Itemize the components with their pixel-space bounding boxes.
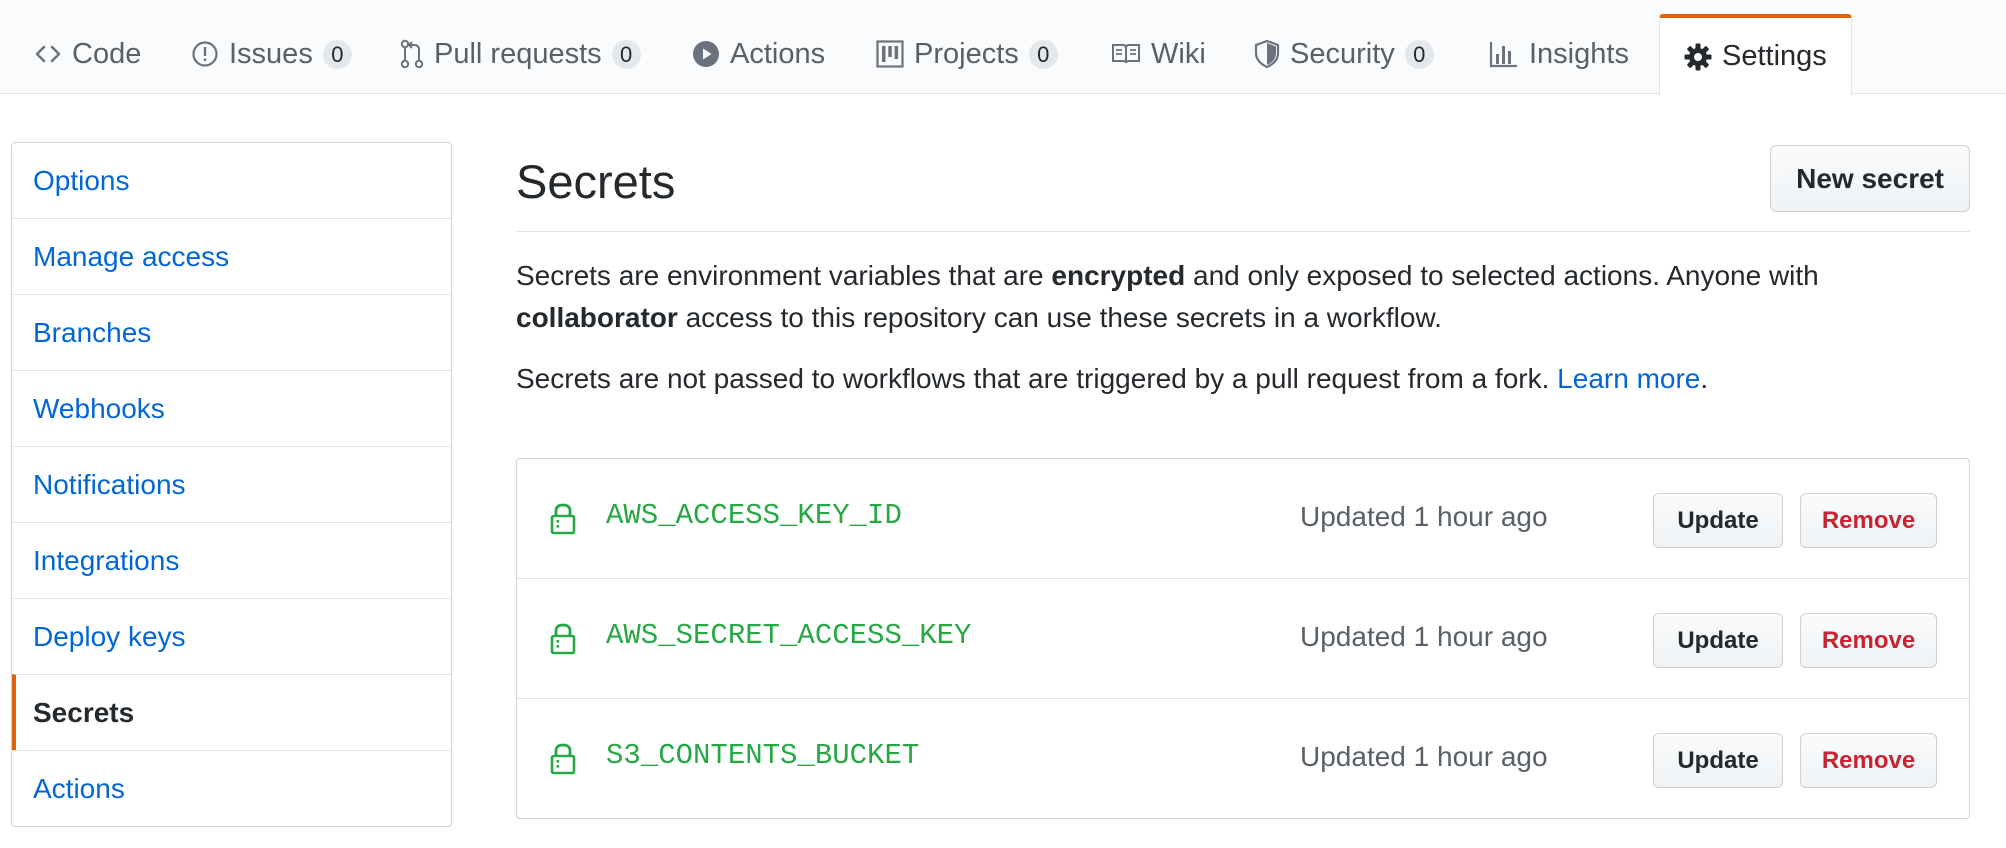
remove-secret-button[interactable]: Remove xyxy=(1800,733,1937,788)
desc-text: access to this repository can use these … xyxy=(677,302,1442,333)
fork-note-text: Secrets are not passed to workflows that… xyxy=(516,363,1558,394)
book-icon xyxy=(1111,42,1141,66)
secret-row: AWS_ACCESS_KEY_ID Updated 1 hour ago Upd… xyxy=(517,459,1969,578)
secret-row: AWS_SECRET_ACCESS_KEY Updated 1 hour ago… xyxy=(517,578,1969,698)
update-secret-button[interactable]: Update xyxy=(1653,733,1783,788)
new-secret-button[interactable]: New secret xyxy=(1770,145,1970,212)
update-secret-button[interactable]: Update xyxy=(1653,493,1783,548)
tab-code[interactable]: Code xyxy=(34,14,141,94)
project-icon xyxy=(876,40,904,68)
play-icon xyxy=(692,40,720,68)
sidebar-item-notifications[interactable]: Notifications xyxy=(12,446,451,522)
secrets-list: AWS_ACCESS_KEY_ID Updated 1 hour ago Upd… xyxy=(516,458,1970,819)
code-icon xyxy=(34,42,62,66)
tab-security[interactable]: Security 0 xyxy=(1254,14,1434,94)
sidebar-item-deploy-keys[interactable]: Deploy keys xyxy=(12,598,451,674)
sidebar-item-actions[interactable]: Actions xyxy=(12,750,451,826)
sidebar-item-options[interactable]: Options xyxy=(12,143,451,218)
tab-label: Pull requests xyxy=(434,37,602,70)
secret-updated-time: Updated 1 hour ago xyxy=(1300,501,1548,532)
tab-label: Insights xyxy=(1529,37,1629,70)
desc-text: Secrets are environment variables that a… xyxy=(516,260,1052,291)
pull-request-icon xyxy=(400,39,424,69)
remove-secret-button[interactable]: Remove xyxy=(1800,493,1937,548)
secret-updated-time: Updated 1 hour ago xyxy=(1300,621,1548,652)
settings-sidebar: Options Manage access Branches Webhooks … xyxy=(11,142,452,827)
secrets-description: Secrets are environment variables that a… xyxy=(516,255,1970,339)
secret-row: S3_CONTENTS_BUCKET Updated 1 hour ago Up… xyxy=(517,698,1969,818)
shield-icon xyxy=(1254,39,1280,69)
lock-icon xyxy=(550,743,576,780)
fork-note-end: . xyxy=(1700,363,1709,394)
secret-updated-time: Updated 1 hour ago xyxy=(1300,741,1548,772)
fork-note: Secrets are not passed to workflows that… xyxy=(516,358,1970,400)
sidebar-item-manage-access[interactable]: Manage access xyxy=(12,218,451,294)
remove-secret-button[interactable]: Remove xyxy=(1800,613,1937,668)
projects-counter: 0 xyxy=(1028,39,1058,69)
page-title: Secrets xyxy=(516,155,676,208)
secret-name: S3_CONTENTS_BUCKET xyxy=(606,739,920,772)
tab-label: Actions xyxy=(730,37,826,70)
graph-icon xyxy=(1489,40,1519,68)
page-header: Secrets New secret xyxy=(516,142,1970,232)
tab-label: Projects xyxy=(914,37,1019,70)
desc-text: and only exposed to selected actions. An… xyxy=(1185,260,1819,291)
secret-name: AWS_SECRET_ACCESS_KEY xyxy=(606,619,972,652)
tab-wiki[interactable]: Wiki xyxy=(1111,14,1206,94)
desc-bold-encrypted: encrypted xyxy=(1051,260,1186,291)
update-secret-button[interactable]: Update xyxy=(1653,613,1783,668)
tab-label: Wiki xyxy=(1151,37,1206,70)
tab-issues[interactable]: Issues 0 xyxy=(191,14,352,94)
tab-label: Issues xyxy=(229,37,313,70)
tab-projects[interactable]: Projects 0 xyxy=(876,14,1058,94)
sidebar-item-branches[interactable]: Branches xyxy=(12,294,451,370)
secret-name: AWS_ACCESS_KEY_ID xyxy=(606,499,902,532)
learn-more-link[interactable]: Learn more xyxy=(1557,363,1700,394)
tab-label: Security xyxy=(1290,37,1395,70)
issues-counter: 0 xyxy=(322,39,352,69)
security-counter: 0 xyxy=(1404,39,1434,69)
sidebar-item-webhooks[interactable]: Webhooks xyxy=(12,370,451,446)
gear-icon xyxy=(1684,43,1712,71)
tab-actions[interactable]: Actions xyxy=(692,14,825,94)
tab-label: Settings xyxy=(1722,40,1827,72)
tab-insights[interactable]: Insights xyxy=(1489,14,1629,94)
desc-bold-collaborator: collaborator xyxy=(516,302,678,333)
pull-requests-counter: 0 xyxy=(611,39,641,69)
sidebar-item-secrets[interactable]: Secrets xyxy=(12,674,451,750)
lock-icon xyxy=(550,623,576,660)
secrets-main: Secrets New secret Secrets are environme… xyxy=(516,142,1970,819)
lock-icon xyxy=(550,503,576,540)
tab-pull-requests[interactable]: Pull requests 0 xyxy=(400,14,641,94)
sidebar-item-integrations[interactable]: Integrations xyxy=(12,522,451,598)
tab-label: Code xyxy=(72,37,142,70)
tab-settings[interactable]: Settings xyxy=(1659,14,1852,95)
repo-nav-tabs: Code Issues 0 Pull requests 0 Actions Pr… xyxy=(0,0,2006,95)
issue-icon xyxy=(191,40,219,68)
